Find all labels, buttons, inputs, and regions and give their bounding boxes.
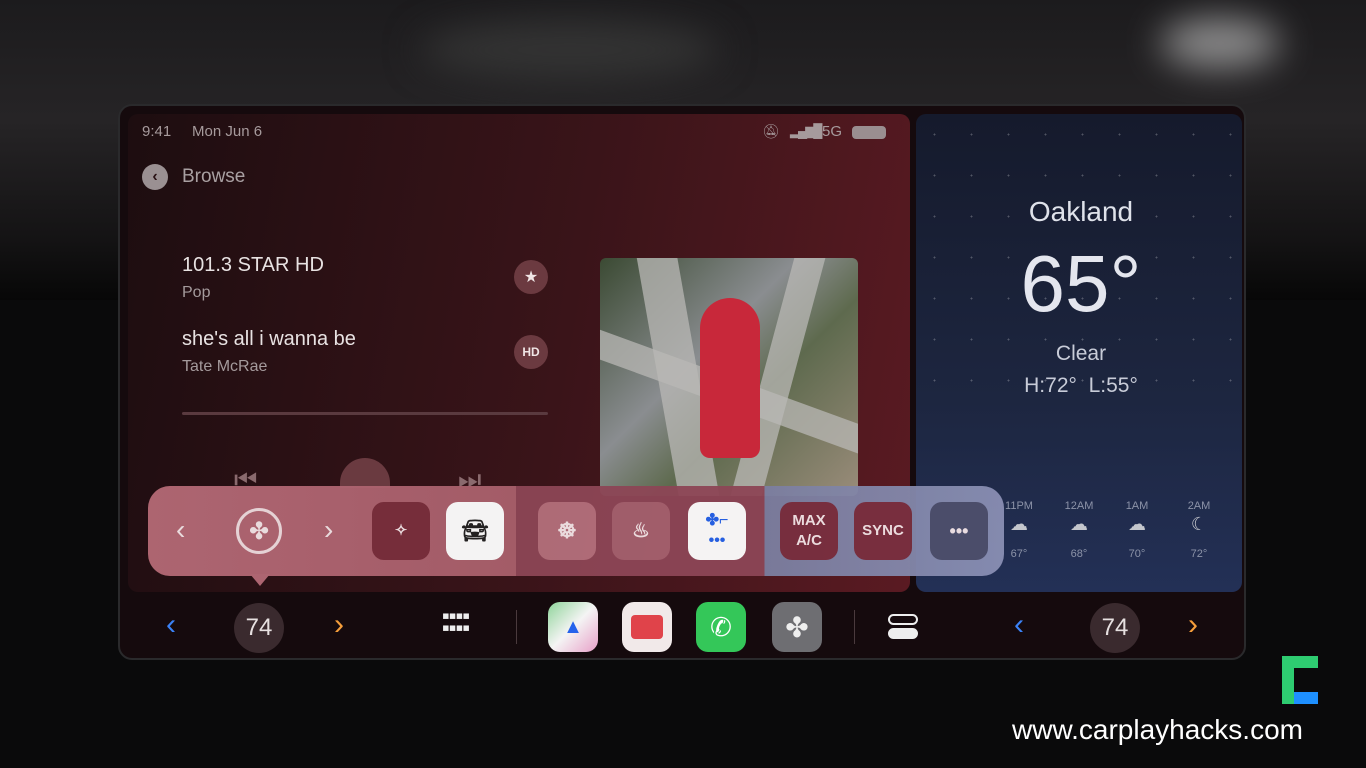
recirculation-button[interactable]: 🚘︎ <box>446 502 504 560</box>
station-name: 101.3 STAR HD <box>182 254 324 276</box>
moon-stars-icon: ☾ <box>1190 514 1208 534</box>
dock: ‹ 74 › ▪▪▪▪ ▪▪▪▪ ▲ ✆ ✤ ‹ 74 › <box>128 596 1242 654</box>
album-art <box>600 258 858 496</box>
hour-time: 2AM <box>1187 500 1211 512</box>
right-temp[interactable]: 74 <box>1090 603 1140 653</box>
network-label: 5G <box>822 123 843 140</box>
temp-right-increase[interactable]: › <box>1188 608 1198 642</box>
max-ac-button[interactable]: MAX A/C <box>780 502 838 560</box>
album-figure <box>700 298 760 458</box>
overlay-pointer <box>250 574 270 586</box>
steering-wheel-heat-icon: ☸ <box>557 518 577 543</box>
weather-temp: 65° <box>1020 239 1142 328</box>
fan-decrease-button[interactable]: ‹ <box>176 514 185 546</box>
status-date: Mon Jun 6 <box>192 123 263 140</box>
hour-time: 12AM <box>1064 500 1094 512</box>
sync-button[interactable]: SYNC <box>854 502 912 560</box>
heated-seat-button[interactable]: ♨ <box>612 502 670 560</box>
progress-bar[interactable] <box>182 412 548 415</box>
temp-left-decrease[interactable]: ‹ <box>166 608 176 642</box>
left-temp[interactable]: 74 <box>234 603 284 653</box>
back-button[interactable]: ‹ Browse <box>142 164 245 190</box>
hd-radio-button[interactable]: HD <box>514 335 548 369</box>
divider <box>516 610 517 644</box>
seat-fan-icon: ✤⌐ ••• <box>705 512 729 549</box>
weather-condition: Clear <box>1055 342 1107 365</box>
maps-icon: ▲ <box>563 615 583 638</box>
airflow-icon: ✧ <box>394 522 408 539</box>
carplay-screen: 9:41 Mon Jun 6 🔕︎ ▂▄▆█ 5G ‹ Browse 101.3… <box>118 104 1246 660</box>
cloud-moon-icon: ☁ <box>1128 514 1146 534</box>
airflow-button[interactable]: ✧ <box>372 502 430 560</box>
cloud-thunder-icon: ☁ <box>1070 514 1088 534</box>
genre: Pop <box>182 284 211 301</box>
hour-temp: 68° <box>1070 548 1088 560</box>
seat-ventilation-button[interactable]: ✤⌐ ••• <box>688 502 746 560</box>
maps-app[interactable]: ▲ <box>548 602 598 652</box>
more-button[interactable]: ••• <box>930 502 988 560</box>
chevron-left-icon: ‹ <box>142 164 168 190</box>
climate-overlay: ‹ ✤ › ✧ 🚘︎ ☸ ♨ ✤⌐ ••• MAX A/C SYNC ••• <box>148 486 1004 586</box>
controls-toggle-icon[interactable] <box>888 614 918 640</box>
background-blur <box>420 20 720 80</box>
heated-steering-button[interactable]: ☸ <box>538 502 596 560</box>
hour-time: 1AM <box>1125 500 1149 512</box>
artist-name: Tate McRae <box>182 358 268 375</box>
star-icon: ★ <box>523 269 539 286</box>
hd-icon: HD <box>522 345 540 359</box>
hour-temp: 72° <box>1190 548 1208 560</box>
fan-increase-button[interactable]: › <box>324 514 333 546</box>
favorite-button[interactable]: ★ <box>514 260 548 294</box>
temp-left-increase[interactable]: › <box>334 608 344 642</box>
fan-speed-dial[interactable]: ✤ <box>236 508 282 554</box>
bell-icon: 🔕︎ <box>762 123 780 139</box>
back-label: Browse <box>182 166 246 187</box>
fan-icon: ✤ <box>248 517 270 545</box>
app-grid-icon[interactable]: ▪▪▪▪ ▪▪▪▪ <box>442 605 492 639</box>
more-options-button[interactable] <box>340 458 390 488</box>
battery-icon <box>852 126 886 139</box>
radio-icon <box>631 615 663 639</box>
fan-icon: ✤ <box>785 611 809 643</box>
hour-temp: 70° <box>1128 548 1146 560</box>
temp-right-decrease[interactable]: ‹ <box>1014 608 1024 642</box>
status-time: 9:41 <box>142 123 172 140</box>
radio-app[interactable] <box>622 602 672 652</box>
climate-app[interactable]: ✤ <box>772 602 822 652</box>
carplayhacks-logo <box>1282 656 1318 704</box>
seat-heat-icon: ♨ <box>632 520 650 542</box>
weather-city: Oakland <box>1028 196 1134 227</box>
phone-icon: ✆ <box>710 611 732 642</box>
signal-icon: ▂▄▆█ <box>790 123 822 138</box>
phone-app[interactable]: ✆ <box>696 602 746 652</box>
song-title: she's all i wanna be <box>182 328 356 350</box>
divider <box>854 610 855 644</box>
weather-high-low: H:72° L:55° <box>1024 374 1138 397</box>
watermark: www.carplayhacks.com <box>1012 714 1303 745</box>
car-recirculate-icon: 🚘︎ <box>461 518 489 543</box>
background-blur <box>1160 18 1280 68</box>
